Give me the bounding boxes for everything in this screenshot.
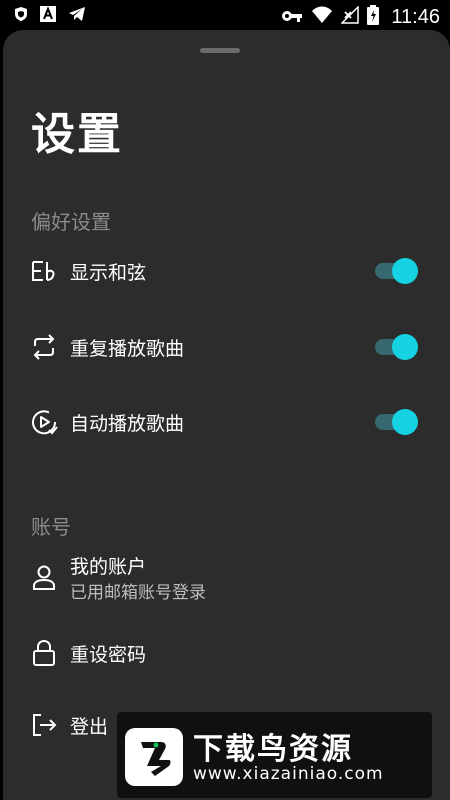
repeat-song-row[interactable]: 重复播放歌曲 bbox=[3, 318, 450, 374]
preferences-section-title: 偏好设置 bbox=[31, 210, 111, 234]
sheet-drag-handle[interactable] bbox=[200, 48, 240, 53]
bird-logo-icon bbox=[125, 728, 183, 786]
toggle-thumb bbox=[392, 409, 418, 435]
my-account-subtitle: 已用邮箱账号登录 bbox=[70, 583, 206, 603]
logout-icon bbox=[29, 710, 59, 740]
autoplay-song-toggle[interactable] bbox=[375, 409, 419, 435]
toggle-thumb bbox=[392, 334, 418, 360]
clock: 11:46 bbox=[391, 5, 440, 28]
status-bar: 11:46 bbox=[0, 0, 450, 30]
toggle-thumb bbox=[392, 258, 418, 284]
reset-password-label: 重设密码 bbox=[70, 644, 147, 666]
signal-icon bbox=[340, 5, 360, 28]
autoplay-song-label: 自动播放歌曲 bbox=[70, 413, 185, 435]
watermark-url: www.xiazainiao.com bbox=[193, 764, 384, 784]
repeat-icon bbox=[29, 332, 59, 362]
watermark-banner: 下载鸟资源 www.xiazainiao.com bbox=[117, 712, 432, 798]
reset-password-row[interactable]: 重设密码 bbox=[3, 624, 450, 680]
lock-icon bbox=[29, 638, 59, 668]
account-section-title: 账号 bbox=[31, 515, 71, 539]
show-chords-label: 显示和弦 bbox=[70, 262, 147, 284]
key-icon bbox=[281, 8, 303, 27]
autoplay-icon bbox=[29, 407, 59, 437]
battery-icon bbox=[367, 5, 380, 29]
show-chords-toggle[interactable] bbox=[375, 258, 419, 284]
user-icon bbox=[29, 562, 59, 592]
watermark-title: 下载鸟资源 bbox=[193, 732, 353, 767]
repeat-song-toggle[interactable] bbox=[375, 334, 419, 360]
show-chords-row[interactable]: 显示和弦 bbox=[3, 242, 450, 298]
page-title: 设置 bbox=[31, 109, 123, 160]
shield-icon bbox=[14, 6, 28, 26]
a-icon bbox=[40, 6, 56, 26]
chord-icon bbox=[29, 256, 59, 286]
my-account-label: 我的账户 bbox=[70, 556, 147, 578]
my-account-row[interactable]: 我的账户 已用邮箱账号登录 bbox=[3, 546, 450, 608]
telegram-icon bbox=[68, 6, 86, 26]
autoplay-song-row[interactable]: 自动播放歌曲 bbox=[3, 393, 450, 449]
wifi-icon bbox=[311, 6, 333, 28]
logout-label: 登出 bbox=[70, 716, 109, 738]
settings-sheet: 设置 偏好设置 显示和弦 重复播放歌曲 自动播放歌曲 账号 我的账户 已用邮箱账… bbox=[3, 30, 450, 800]
repeat-song-label: 重复播放歌曲 bbox=[70, 338, 185, 360]
